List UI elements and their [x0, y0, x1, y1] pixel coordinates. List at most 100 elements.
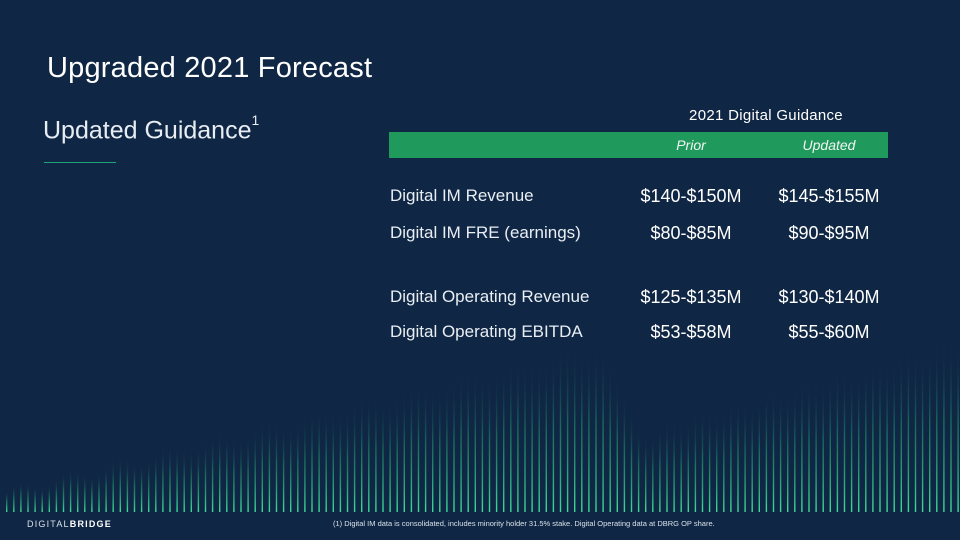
decorative-bar — [353, 402, 356, 512]
decorative-bar — [382, 399, 384, 512]
decorative-bar — [219, 431, 221, 512]
decorative-bar — [233, 436, 235, 512]
decorative-bar — [460, 371, 462, 512]
decorative-bar — [410, 384, 413, 512]
decorative-bar — [176, 445, 178, 512]
decorative-bar — [389, 400, 391, 512]
decorative-bar — [417, 381, 420, 512]
decorative-bar — [6, 490, 8, 512]
logo-part2: BRIDGE — [69, 519, 112, 529]
decorative-bar — [673, 420, 675, 512]
decorative-bar — [297, 422, 299, 512]
decorative-bar — [247, 434, 249, 512]
decorative-bar — [240, 437, 242, 512]
decorative-bar — [254, 427, 256, 512]
decorative-bar — [211, 434, 214, 512]
decorative-bar — [652, 432, 654, 512]
decorative-bar — [112, 459, 114, 512]
decorative-bar — [914, 349, 917, 512]
decorative-bar — [787, 393, 789, 512]
decorative-bar — [538, 363, 540, 512]
decorative-bar — [439, 388, 441, 512]
decorative-bar — [41, 487, 43, 512]
decorative-bar — [758, 398, 760, 512]
section-subtitle: Updated Guidance1 — [43, 112, 259, 145]
decorative-bar — [708, 411, 711, 512]
decorative-bar — [772, 388, 775, 512]
company-logo: DIGITALBRIDGE — [27, 519, 112, 529]
decorative-bar — [630, 409, 633, 512]
decorative-bar — [886, 363, 888, 512]
decorative-bar — [495, 372, 498, 512]
page-title: Upgraded 2021 Forecast — [47, 52, 373, 84]
row-value-prior: $140-$150M — [640, 186, 742, 206]
decorative-bar — [69, 468, 72, 512]
decorative-bar — [183, 449, 185, 512]
decorative-bar — [304, 415, 306, 512]
decorative-bar — [794, 387, 796, 512]
decorative-bar — [34, 486, 36, 512]
decorative-bar — [190, 450, 192, 512]
decorative-bar — [77, 470, 79, 512]
decorative-bar — [119, 456, 121, 512]
decorative-bar — [737, 398, 739, 512]
decorative-bar — [716, 414, 718, 512]
column-header-updated: Updated — [802, 137, 856, 153]
decorative-bar — [929, 349, 931, 512]
decorative-bar — [375, 396, 377, 512]
decorative-bar — [503, 365, 505, 512]
decorative-bar — [566, 344, 569, 512]
decorative-bar — [488, 375, 491, 512]
decorative-bar — [574, 347, 576, 512]
decorative-bar — [723, 410, 725, 512]
decorative-bar — [290, 425, 292, 512]
decorative-bar — [595, 347, 597, 512]
decorative-bar — [155, 452, 157, 512]
decorative-bar — [13, 484, 15, 512]
decorative-bars — [6, 337, 959, 512]
decorative-bar — [921, 353, 924, 512]
decorative-bar — [346, 409, 349, 512]
decorative-bar — [879, 359, 881, 512]
decorative-bar — [694, 413, 697, 512]
decorative-bar — [62, 471, 65, 512]
decorative-bar — [637, 425, 640, 512]
decorative-bar — [517, 357, 519, 512]
decorative-bar — [858, 371, 860, 512]
decorative-bar — [126, 457, 129, 512]
decorative-bar — [332, 412, 334, 512]
decorative-bar — [957, 342, 959, 512]
decorative-bar — [687, 421, 689, 512]
decorative-bar — [609, 362, 611, 512]
decorative-bar — [588, 350, 590, 512]
decorative-bar — [396, 397, 398, 512]
decorative-bar — [943, 337, 945, 512]
decorative-bar — [751, 403, 753, 512]
decorative-bar — [467, 369, 469, 512]
decorative-bar — [27, 482, 29, 512]
decorative-bar — [432, 387, 434, 512]
row-label: Digital IM Revenue — [390, 186, 534, 205]
decorative-bar — [424, 384, 427, 512]
decorative-bar — [403, 390, 405, 512]
decorative-bar — [659, 425, 661, 512]
decorative-bar — [559, 346, 562, 512]
decorative-bar — [275, 421, 278, 512]
decorative-bar — [339, 413, 342, 512]
decorative-bar — [204, 440, 207, 512]
table-title-text: 2021 Digital Guidance — [689, 107, 843, 124]
decorative-bar — [850, 372, 853, 512]
decorative-bar — [453, 377, 455, 512]
decorative-bar — [510, 359, 512, 512]
decorative-bar — [98, 472, 100, 512]
decorative-bar — [91, 475, 93, 512]
decorative-bar — [872, 358, 874, 512]
decorative-bar — [474, 371, 476, 512]
decorative-bar — [361, 396, 363, 512]
decorative-bar — [311, 409, 313, 512]
decorative-bar — [744, 401, 746, 512]
row-label: Digital Operating Revenue — [390, 287, 590, 306]
decorative-bar — [829, 375, 831, 512]
decorative-bar — [368, 394, 370, 512]
decorative-bar — [84, 473, 86, 512]
